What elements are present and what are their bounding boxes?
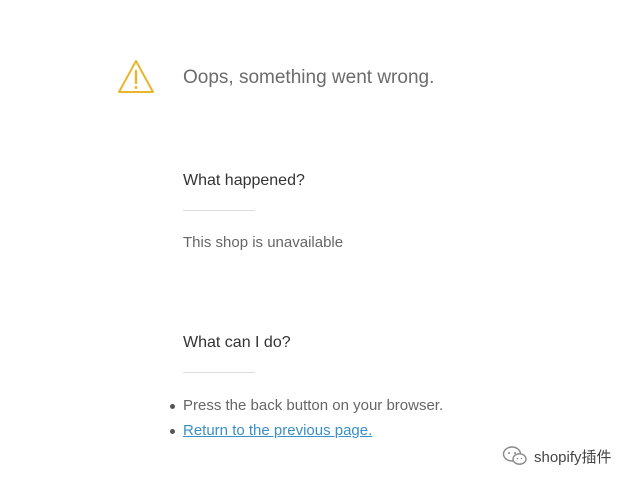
divider [183, 372, 255, 373]
what-can-i-do-title: What can I do? [183, 334, 291, 351]
wechat-logo-icon [502, 446, 527, 465]
list-item: Press the back button on your browser. [168, 396, 443, 421]
return-previous-page-link[interactable]: Return to the previous page. [183, 422, 372, 439]
action-list: Press the back button on your browser. R… [168, 396, 443, 446]
what-happened-title: What happened? [183, 172, 305, 189]
error-page: Oops, something went wrong. What happene… [0, 0, 640, 487]
watermark-text: shopify插件 [534, 448, 612, 466]
list-item: Return to the previous page. [168, 421, 443, 446]
error-headline: Oops, something went wrong. [183, 67, 435, 88]
back-button-instruction: Press the back button on your browser. [183, 397, 444, 414]
error-message: This shop is unavailable [183, 234, 344, 251]
watermark: shopify插件 [502, 444, 612, 468]
warning-triangle-icon [118, 60, 154, 93]
bullet-icon [170, 429, 175, 434]
divider [183, 210, 255, 211]
bullet-icon [170, 404, 175, 409]
